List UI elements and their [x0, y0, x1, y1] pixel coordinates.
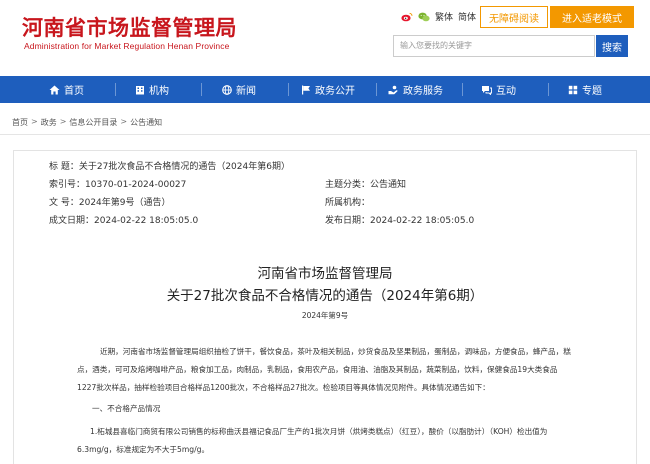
hand-icon — [388, 85, 399, 95]
nav-divider — [548, 83, 549, 96]
weibo-icon[interactable] — [401, 12, 413, 22]
meta-index-value: 10370-01-2024-00027 — [85, 180, 187, 190]
article-title-line2: 关于27批次食品不合格情况的通告（2024年第6期） — [166, 288, 484, 304]
site-logo-en[interactable]: Administration for Market Regulation Hen… — [24, 41, 229, 51]
lang-simplified-link[interactable]: 简体 — [458, 10, 476, 23]
breadcrumb-item-info-catalog[interactable]: 信息公开目录 — [69, 117, 117, 128]
article-doc-number: 2024年第9号 — [301, 311, 349, 320]
nav-item-interaction[interactable]: 互动 — [481, 76, 516, 103]
search-input[interactable]: 输入您要找的关键字 — [393, 35, 595, 57]
meta-index-label: 索引号： — [49, 180, 86, 190]
meta-category-row: 主题分类：公告通知 — [325, 177, 406, 190]
search-button[interactable]: 搜索 — [596, 35, 628, 57]
nav-divider — [201, 83, 202, 96]
breadcrumb-item-gov[interactable]: 政务 — [41, 117, 57, 128]
meta-org-row: 所属机构： — [325, 195, 370, 208]
meta-docno-row: 文 号：2024年第9号（通告） — [49, 195, 171, 208]
flag-icon — [301, 85, 311, 95]
breadcrumb-item-notices[interactable]: 公告通知 — [130, 117, 162, 128]
nav-label-news: 新闻 — [236, 86, 256, 97]
nav-divider — [288, 83, 289, 96]
article-item1-line1: 1.柘城县喜临门商贸有限公司销售的标称曲沃县福记食品厂生产的1批次月饼（烘烤类糕… — [90, 427, 548, 436]
meta-docno-label: 文 号： — [49, 198, 79, 208]
breadcrumb-item-home[interactable]: 首页 — [12, 117, 28, 128]
article-para1-line1: 近期，河南省市场监督管理局组织抽检了饼干，餐饮食品，茶叶及相关制品，炒货食品及坚… — [100, 347, 571, 356]
nav-label-interaction: 互动 — [496, 86, 516, 97]
lang-traditional-link[interactable]: 繁体 — [435, 10, 453, 23]
topic-icon — [568, 85, 578, 95]
home-icon — [49, 85, 60, 95]
nav-item-news[interactable]: 新闻 — [222, 76, 256, 103]
article-section-heading: 一、不合格产品情况 — [92, 404, 161, 413]
meta-index-row: 索引号：10370-01-2024-00027 — [49, 177, 186, 190]
meta-published-value: 2024-02-22 18:05:05.0 — [370, 216, 475, 226]
search-placeholder: 输入您要找的关键字 — [400, 41, 472, 50]
nav-item-topics[interactable]: 专题 — [568, 76, 602, 103]
breadcrumb-separator: > — [31, 117, 38, 126]
meta-created-label: 成文日期： — [49, 216, 95, 226]
breadcrumb: 首页 > 政务 > 信息公开目录 > 公告通知 — [12, 117, 162, 128]
site-logo-cn[interactable]: 河南省市场监督管理局 — [22, 12, 237, 42]
social-lang-bar: 繁体 简体 — [401, 10, 476, 23]
meta-docno-value: 2024年第9号（通告） — [78, 198, 171, 208]
accessibility-button[interactable]: 无障碍阅读 — [480, 6, 548, 28]
nav-item-gov-info[interactable]: 政务公开 — [301, 76, 355, 103]
article-title-line1: 河南省市场监督管理局 — [257, 266, 393, 282]
nav-divider — [115, 83, 116, 96]
nav-item-gov-service[interactable]: 政务服务 — [388, 76, 443, 103]
meta-created-row: 成文日期：2024-02-22 18:05:05.0 — [49, 213, 198, 226]
nav-divider — [376, 83, 377, 96]
breadcrumb-separator: > — [59, 117, 67, 126]
site-header: 河南省市场监督管理局 Administration for Market Reg… — [0, 0, 650, 72]
chat-icon — [481, 85, 492, 95]
meta-published-label: 发布日期： — [325, 216, 371, 226]
nav-label-gov-service: 政务服务 — [403, 86, 443, 97]
nav-divider — [462, 83, 463, 96]
nav-label-home: 首页 — [64, 86, 84, 97]
nav-item-org[interactable]: 机构 — [135, 76, 169, 103]
main-nav: 首页 机构 新闻 政务公开 政务服务 互动 专题 — [0, 76, 650, 103]
meta-org-label: 所属机构： — [325, 198, 371, 208]
meta-published-row: 发布日期：2024-02-22 18:05:05.0 — [325, 213, 474, 226]
article-para1-line2: 点，酒类，可可及焙烤咖啡产品，粮食加工品，肉制品，乳制品，食用农产品，食用油、油… — [77, 365, 558, 374]
meta-created-value: 2024-02-22 18:05:05.0 — [94, 216, 199, 226]
breadcrumb-divider — [0, 134, 650, 135]
nav-label-gov-info: 政务公开 — [315, 86, 355, 97]
meta-title-value: 关于27批次食品不合格情况的通告（2024年第6期） — [78, 162, 290, 172]
nav-item-home[interactable]: 首页 — [49, 76, 84, 103]
breadcrumb-separator: > — [120, 117, 128, 126]
meta-title-label: 标 题： — [49, 162, 79, 172]
meta-title-row: 标 题：关于27批次食品不合格情况的通告（2024年第6期） — [49, 159, 290, 172]
nav-label-topics: 专题 — [582, 86, 602, 97]
wechat-icon[interactable] — [418, 12, 430, 22]
globe-icon — [222, 84, 232, 95]
meta-category-value: 公告通知 — [370, 180, 407, 190]
elder-mode-button[interactable]: 进入适老模式 — [550, 6, 634, 28]
article-item1-line2: 6.3mg/g，标准规定为不大于5mg/g。 — [77, 445, 210, 454]
meta-category-label: 主题分类： — [325, 180, 371, 190]
nav-label-org: 机构 — [149, 86, 169, 97]
building-icon — [135, 85, 145, 95]
article-para1-line3: 1227批次样品，抽样检验项目合格样品1200批次，不合格样品27批次。检验项目… — [77, 383, 490, 392]
